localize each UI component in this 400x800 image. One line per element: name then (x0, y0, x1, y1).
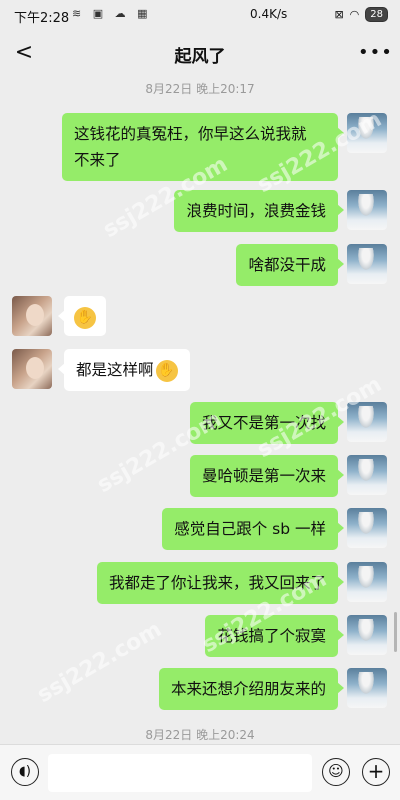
status-bar: 下午2:28 ≋ ▣ ☁ ▦ 0.4K/s ⊠ ◠ 28 (0, 0, 400, 30)
message-text: 曼哈顿是第一次来 (201, 467, 326, 485)
voice-icon[interactable]: ◖) (11, 758, 39, 786)
message-bubble[interactable]: 曼哈顿是第一次来 (189, 455, 345, 497)
message-bubble[interactable]: 浪费时间，浪费金钱 (174, 190, 344, 232)
my-avatar[interactable] (347, 508, 387, 548)
friend-avatar[interactable] (12, 349, 52, 389)
message-text: 我又不是第一次找 (201, 414, 326, 432)
chat-title: 起风了 (174, 47, 226, 67)
my-avatar[interactable] (347, 668, 387, 708)
friend-avatar[interactable] (12, 296, 52, 336)
message-text: 感觉自己跟个 sb 一样 (174, 520, 326, 538)
message-text: 浪费时间，浪费金钱 (186, 202, 326, 220)
more-options-icon[interactable]: ••• (358, 38, 392, 68)
facepalm-emoji-icon: ✋ (155, 359, 178, 382)
notification-icons: ≋ ▣ ☁ ▦ (72, 7, 152, 20)
message-bubble[interactable]: 花钱搞了个寂寞 (205, 615, 344, 657)
my-avatar[interactable] (347, 402, 387, 442)
my-avatar[interactable] (347, 190, 387, 230)
message-text: 花钱搞了个寂寞 (217, 627, 326, 645)
message-bubble[interactable]: 我又不是第一次找 (189, 402, 345, 444)
message-text: 都是这样啊 (76, 361, 154, 379)
message-text: 我都走了你让我来，我又回来了 (108, 574, 326, 592)
my-avatar[interactable] (347, 244, 387, 284)
plus-icon[interactable]: + (362, 758, 390, 786)
message-text: 本来还想介绍朋友来的 (170, 680, 326, 698)
network-speed: 0.4K/s (250, 7, 288, 21)
message-text: 啥都没干成 (248, 256, 326, 274)
message-bubble[interactable]: 都是这样啊 ✋ (58, 349, 190, 391)
battery-icon: 28 (365, 7, 388, 22)
message-bubble[interactable]: 本来还想介绍朋友来的 (158, 668, 345, 710)
emoji-icon[interactable]: ☺ (322, 758, 350, 786)
my-avatar[interactable] (347, 615, 387, 655)
message-bubble[interactable]: 我都走了你让我来，我又回来了 (96, 562, 345, 604)
message-bubble[interactable]: 这钱花的真冤枉，你早这么说我就 不来了 (62, 113, 344, 181)
watermark-text: ssj222.com (33, 616, 167, 709)
message-text: 这钱花的真冤枉，你早这么说我就 不来了 (74, 125, 307, 169)
message-timestamp: 8月22日 晚上20:24 (145, 728, 255, 742)
message-bubble[interactable]: 啥都没干成 (236, 244, 344, 286)
status-time: 下午2:28 (14, 11, 70, 26)
sim-icon: ⊠ (334, 8, 344, 21)
chat-header: < 起风了 ••• (0, 30, 400, 76)
message-timestamp: 8月22日 晚上20:17 (145, 82, 255, 96)
my-avatar[interactable] (347, 113, 387, 153)
message-input[interactable] (48, 754, 312, 792)
status-right-icons: ⊠ ◠ 28 (334, 7, 388, 22)
wifi-icon: ◠ (349, 8, 360, 21)
my-avatar[interactable] (347, 562, 387, 602)
my-avatar[interactable] (347, 455, 387, 495)
message-bubble[interactable]: 感觉自己跟个 sb 一样 (162, 508, 344, 550)
message-input-bar: ◖) ☺ + (0, 744, 400, 800)
facepalm-emoji-icon: ✋ (74, 306, 96, 329)
scrollbar-thumb[interactable] (394, 612, 397, 652)
message-bubble[interactable]: ✋ (58, 296, 106, 336)
